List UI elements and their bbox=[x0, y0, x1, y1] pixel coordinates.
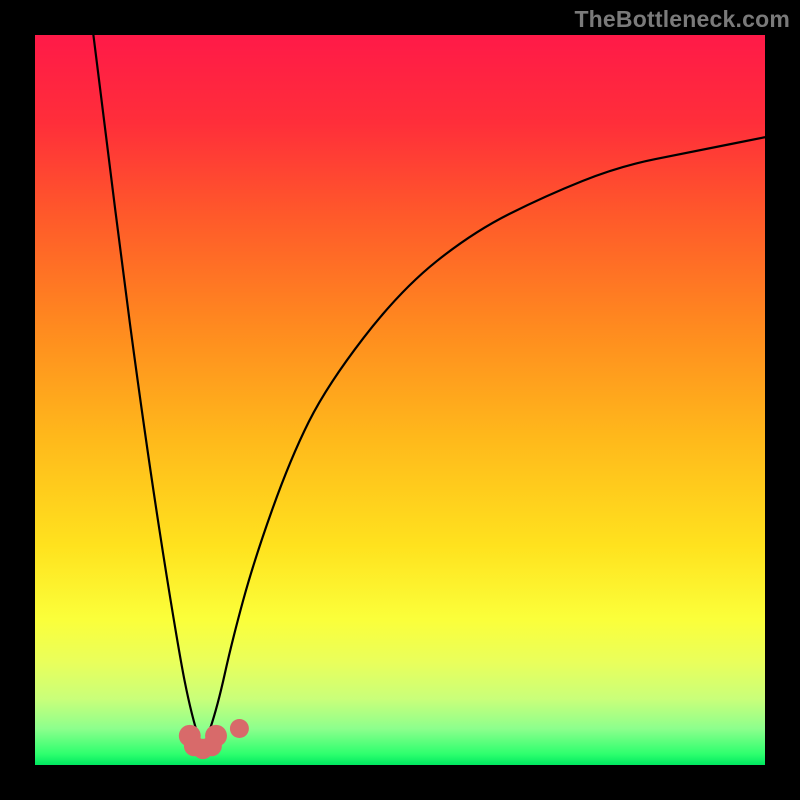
watermark-text: TheBottleneck.com bbox=[574, 6, 790, 33]
curve-left-branch bbox=[93, 35, 202, 750]
outer-frame: TheBottleneck.com bbox=[0, 0, 800, 800]
dot-marker bbox=[230, 719, 249, 738]
curve-right-branch bbox=[203, 137, 765, 750]
u-marker-right bbox=[205, 725, 227, 747]
marker-group bbox=[179, 719, 249, 759]
plot-area bbox=[35, 35, 765, 765]
curve-layer bbox=[35, 35, 765, 765]
